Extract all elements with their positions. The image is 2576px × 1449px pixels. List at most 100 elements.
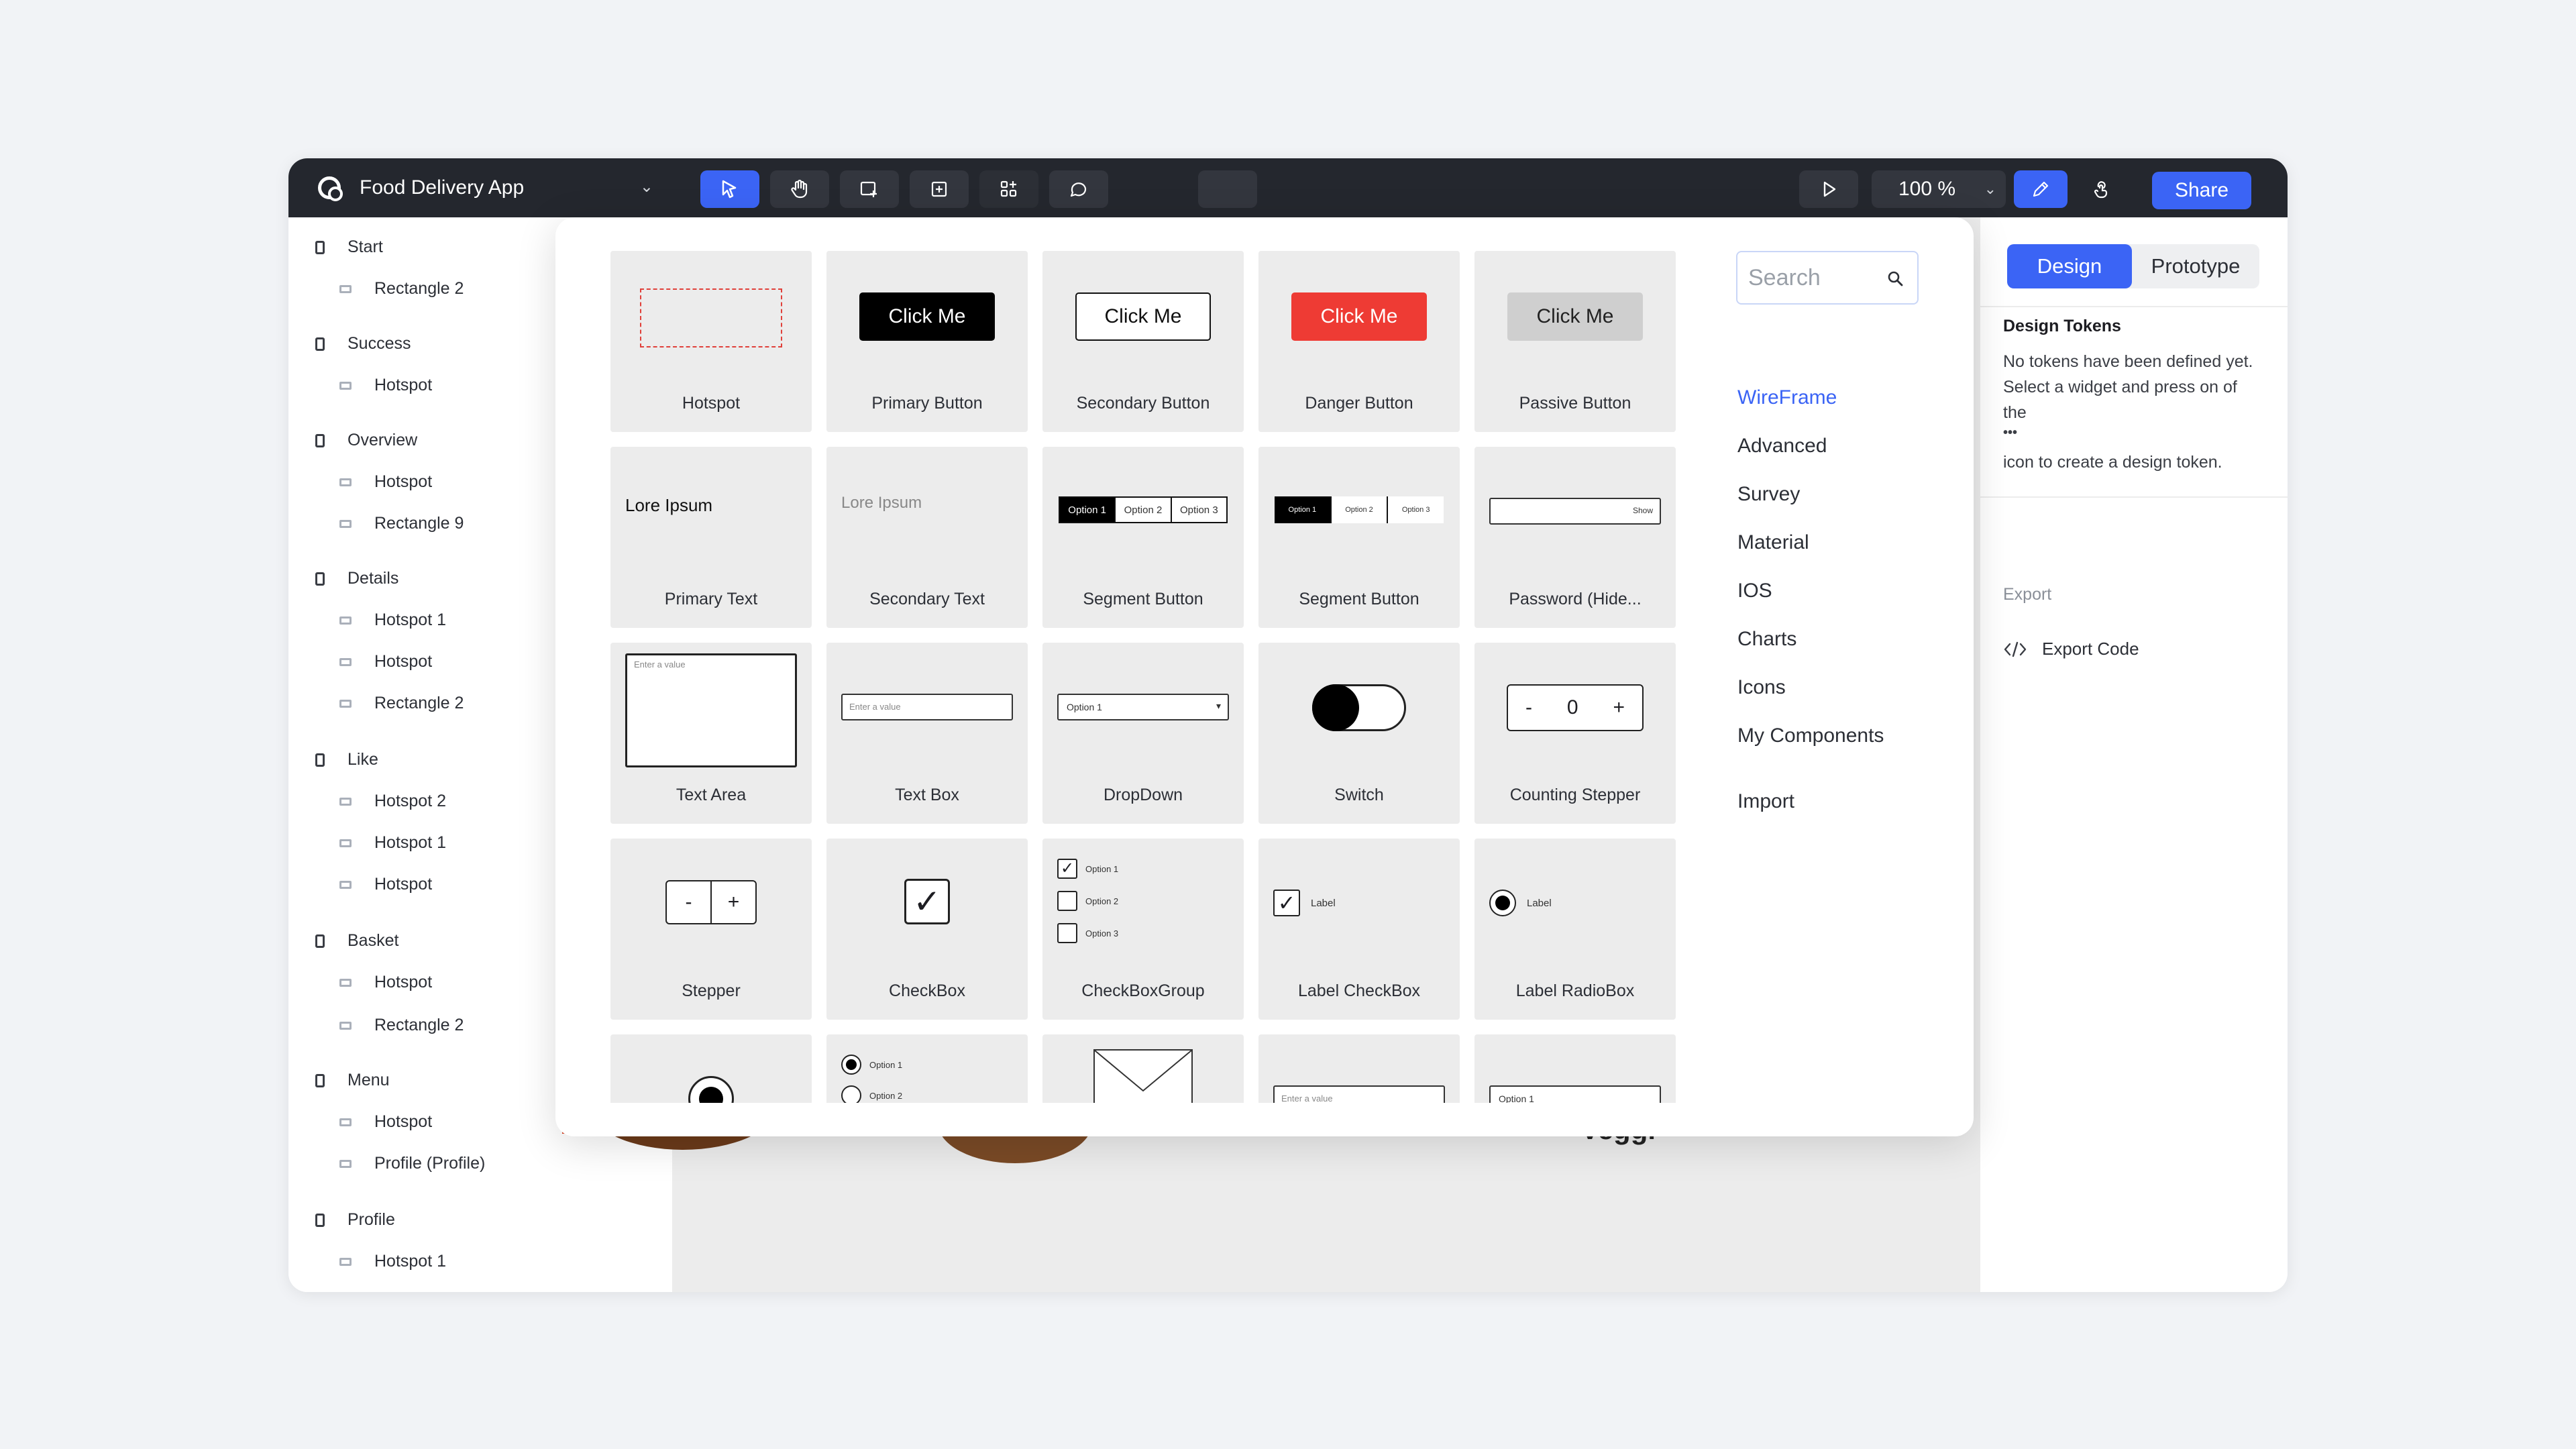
hand-tool-button[interactable] — [770, 170, 829, 208]
layer-shape-icon — [339, 1257, 352, 1266]
category-item[interactable]: Charts — [1737, 628, 1796, 651]
layer-item[interactable]: Hotspot 1 — [339, 833, 446, 853]
component-grid: Hotspot Click Me Primary Button Click Me Sec… — [610, 251, 1704, 1103]
screen-icon — [315, 337, 325, 351]
component-card[interactable]: ✓ CheckBox — [826, 839, 1028, 1020]
text-area-preview: Enter a value — [625, 653, 797, 767]
zoom-select[interactable]: 100 % ⌄ — [1872, 170, 2006, 208]
component-card[interactable]: - 0 + Counting Stepper — [1474, 643, 1676, 824]
component-card[interactable]: Enter a value — [1258, 1034, 1460, 1103]
component-card[interactable]: Click Me Danger Button — [1258, 251, 1460, 432]
layer-screen-item[interactable]: Overview — [315, 431, 417, 450]
component-label: Password (Hide... — [1509, 590, 1642, 608]
radio-dot — [846, 1059, 857, 1070]
layer-label: Overview — [347, 431, 418, 449]
segment-option: Option 1 — [1060, 498, 1115, 522]
component-card[interactable]: Enter a value Text Box — [826, 643, 1028, 824]
category-item[interactable]: IOS — [1737, 580, 1772, 602]
layer-item[interactable]: Hotspot 2 — [339, 792, 446, 811]
layer-item[interactable]: Rectangle 9 — [339, 514, 464, 533]
layer-item[interactable]: Rectangle 2 — [339, 279, 464, 299]
layer-screen-item[interactable]: Success — [315, 334, 411, 354]
layer-item[interactable]: Hotspot — [339, 376, 432, 395]
component-card[interactable]: Enter a value Text Area — [610, 643, 812, 824]
zoom-value: 100 % — [1898, 178, 1956, 200]
component-card[interactable]: Option 1 Option 2 Option 3 Segment Button — [1042, 447, 1244, 628]
component-card[interactable]: Click Me Passive Button — [1474, 251, 1676, 432]
layer-label: Hotspot 2 — [374, 792, 447, 810]
component-card[interactable]: Click Me Primary Button — [826, 251, 1028, 432]
category-item[interactable]: Survey — [1737, 483, 1800, 506]
category-item[interactable]: Icons — [1737, 676, 1786, 699]
component-card[interactable]: ✓ Label Label CheckBox — [1258, 839, 1460, 1020]
minus-icon: - — [667, 881, 712, 923]
tab-prototype[interactable]: Prototype — [2132, 244, 2259, 288]
divider — [1980, 496, 2288, 498]
checkbox-icon: ✓ — [1057, 859, 1077, 879]
component-card[interactable]: Switch — [1258, 643, 1460, 824]
layer-screen-item[interactable]: Menu — [315, 1071, 390, 1090]
layer-item[interactable]: Hotspot — [339, 652, 432, 672]
password-show-label: Show — [1632, 506, 1653, 515]
component-card[interactable]: Option 1 ▾ DropDown — [1042, 643, 1244, 824]
layer-item[interactable]: Hotspot — [339, 1112, 432, 1132]
layer-item[interactable]: Hotspot 1 — [339, 610, 446, 630]
layer-item[interactable]: Rectangle 2 — [339, 694, 464, 713]
select-tool-button[interactable] — [700, 170, 759, 208]
layer-shape-icon — [339, 880, 352, 889]
tokens-empty-text: icon to create a design token. — [2003, 453, 2222, 472]
layer-item[interactable]: Hotspot — [339, 472, 432, 492]
layer-label: Rectangle 9 — [374, 514, 464, 533]
placeholder — [1198, 170, 1257, 208]
play-button[interactable] — [1799, 170, 1858, 208]
component-card[interactable]: Option 1 — [1474, 1034, 1676, 1103]
layer-item[interactable]: Rectangle 2 — [339, 1016, 464, 1035]
component-card[interactable]: Hotspot — [610, 251, 812, 432]
components-tool-button[interactable] — [979, 170, 1038, 208]
edit-mode-button[interactable] — [2014, 170, 2068, 208]
screen-tool-button[interactable] — [840, 170, 899, 208]
layer-item[interactable]: Hotspot — [339, 973, 432, 992]
component-label: DropDown — [1103, 786, 1183, 804]
component-card[interactable]: - + Stepper — [610, 839, 812, 1020]
component-card[interactable]: Label Label RadioBox — [1474, 839, 1676, 1020]
project-selector[interactable]: Food Delivery App ⌄ — [305, 168, 667, 208]
component-card[interactable] — [1042, 1034, 1244, 1103]
layer-screen-item[interactable]: Basket — [315, 931, 398, 951]
layer-shape-icon — [339, 839, 352, 847]
share-button[interactable]: Share — [2152, 172, 2251, 209]
layer-shape-icon — [339, 978, 352, 987]
export-code-button[interactable]: Export Code — [2003, 639, 2139, 659]
category-item[interactable]: Material — [1737, 531, 1809, 554]
layer-label: Menu — [347, 1071, 390, 1089]
category-item[interactable]: My Components — [1737, 724, 1884, 747]
layer-item[interactable]: Hotspot 1 — [339, 1252, 446, 1271]
layer-item[interactable]: Profile (Profile) — [339, 1154, 485, 1173]
tab-design[interactable]: Design — [2007, 244, 2132, 288]
layer-screen-item[interactable]: Start — [315, 237, 383, 257]
library-search-input[interactable]: Search — [1736, 251, 1919, 305]
component-card[interactable]: ✓ Option 1 Option 2 Option 3 CheckBoxGroup — [1042, 839, 1244, 1020]
layer-label: Hotspot — [374, 973, 433, 991]
frame-tool-button[interactable] — [910, 170, 969, 208]
category-item[interactable]: Import — [1737, 790, 1794, 813]
layer-screen-item[interactable]: Like — [315, 750, 378, 769]
component-card[interactable]: Lore Ipsum Primary Text — [610, 447, 812, 628]
interaction-mode-button[interactable] — [2073, 170, 2127, 208]
text-box-preview: Enter a value — [1273, 1085, 1445, 1103]
category-item[interactable]: WireFrame — [1737, 386, 1837, 409]
component-card[interactable] — [610, 1034, 812, 1103]
dropdown-preview: Option 1 — [1489, 1085, 1661, 1103]
code-icon — [2004, 641, 2027, 657]
layer-screen-item[interactable]: Details — [315, 569, 398, 588]
category-item[interactable]: Advanced — [1737, 435, 1827, 458]
component-card[interactable]: Option 1 Option 2 Option 3 Segment Button — [1258, 447, 1460, 628]
component-card[interactable]: Option 1 Option 2 — [826, 1034, 1028, 1103]
component-card[interactable]: Click Me Secondary Button — [1042, 251, 1244, 432]
component-card[interactable]: Show Password (Hide... — [1474, 447, 1676, 628]
layer-screen-item[interactable]: Profile — [315, 1210, 395, 1230]
comment-tool-button[interactable] — [1049, 170, 1108, 208]
component-card[interactable]: Lore Ipsum Secondary Text — [826, 447, 1028, 628]
mode-tabs: Design Prototype — [2007, 244, 2259, 288]
layer-item[interactable]: Hotspot — [339, 875, 432, 894]
